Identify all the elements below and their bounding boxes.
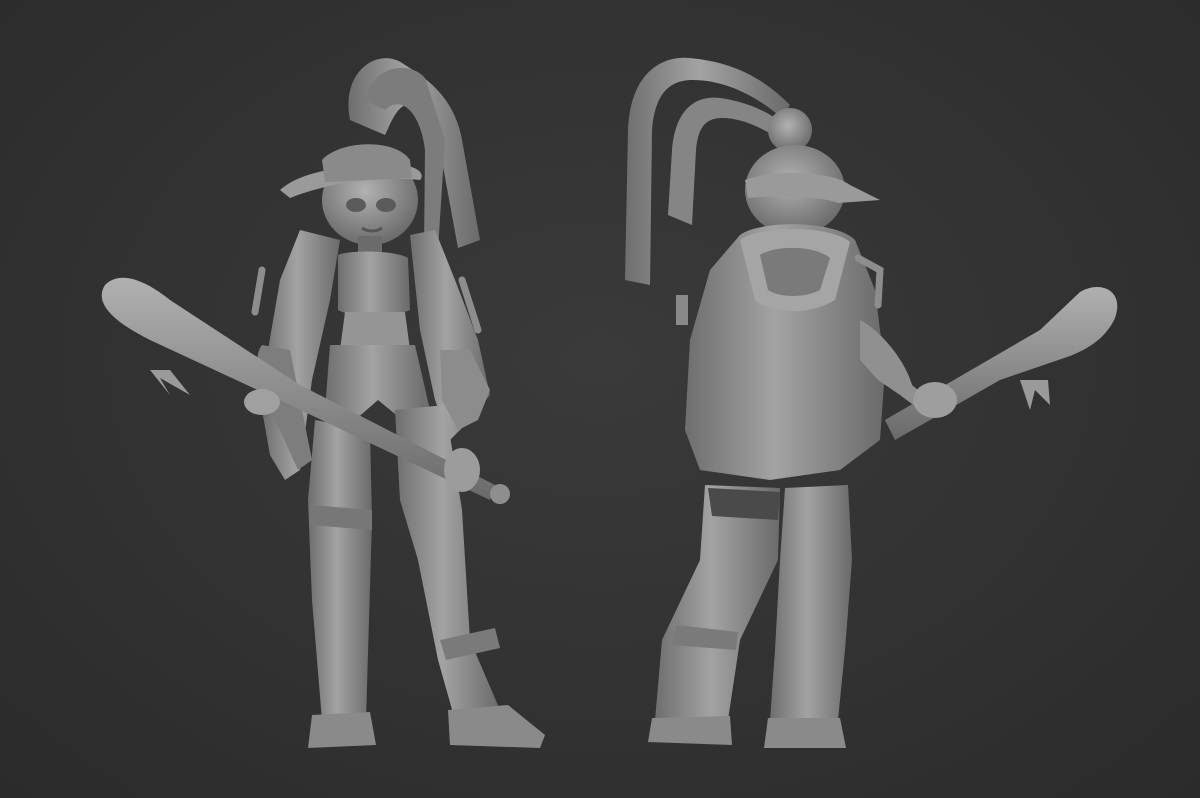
back-baseball-bat	[885, 287, 1118, 440]
back-view-figure	[625, 57, 1118, 748]
sculpt-viewport	[0, 0, 1200, 798]
back-right-shoe	[764, 718, 846, 748]
front-left-shoe	[308, 712, 376, 748]
front-left-leg	[308, 420, 372, 720]
front-right-shoe	[448, 705, 545, 748]
sculpt-render	[101, 57, 1118, 748]
back-left-leg	[655, 485, 780, 720]
front-view-figure	[101, 58, 545, 748]
back-left-shoe	[648, 716, 732, 745]
back-right-leg	[770, 485, 852, 720]
